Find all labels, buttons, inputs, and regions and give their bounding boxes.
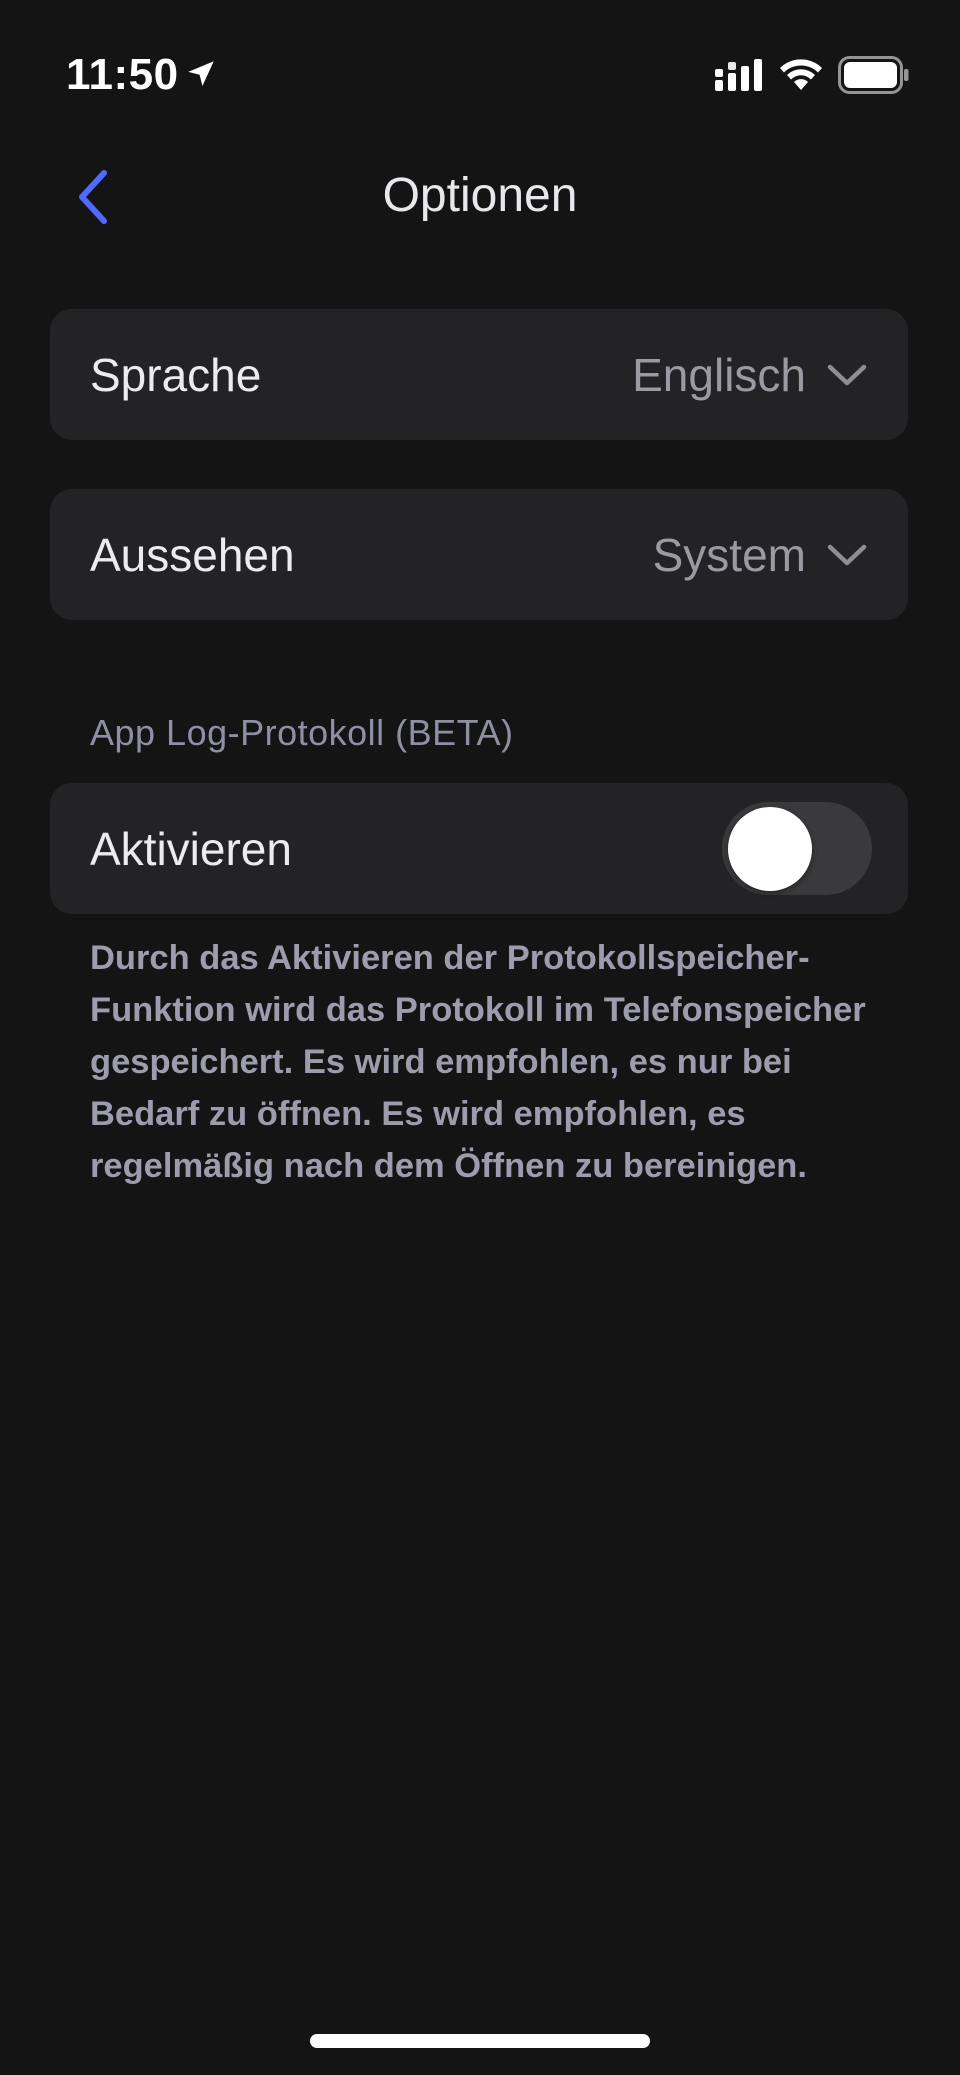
chevron-down-icon [827,364,867,385]
language-label: Sprache [90,348,262,401]
enable-log-row: Aktivieren [50,783,908,914]
signal-icon [715,59,762,91]
enable-log-toggle[interactable] [722,802,872,895]
language-value: Englisch [632,348,806,401]
wifi-icon [780,59,822,90]
home-indicator [310,2034,650,2048]
language-select[interactable]: Sprache Englisch [50,309,908,440]
navigation-bar: Optionen [0,150,960,240]
section-header-app-log: App Log-Protokoll (BETA) [90,712,514,753]
appearance-value: System [652,528,806,581]
chevron-down-icon [827,544,867,565]
page-title: Optionen [382,169,578,222]
toggle-knob [728,807,812,891]
appearance-label: Aussehen [90,528,295,581]
appearance-select[interactable]: Aussehen System [50,489,908,620]
location-arrow-icon [188,61,214,87]
status-time: 11:50 [66,50,179,99]
log-description: Durch das Aktivieren der Protokollspeich… [90,939,866,1185]
battery-icon [838,56,909,94]
status-bar: 11:50 [0,0,960,150]
